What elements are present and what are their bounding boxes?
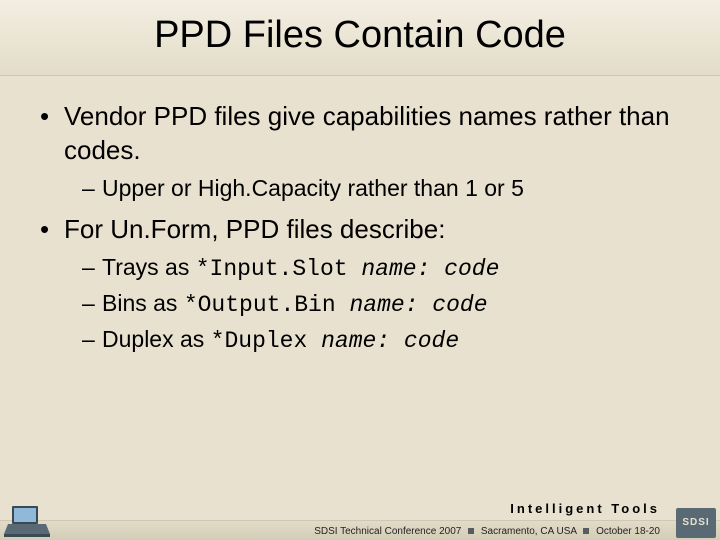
footer-date: October 18-20 (596, 526, 660, 537)
footer-tagline: Intelligent Tools (510, 501, 660, 516)
separator-icon (583, 528, 589, 534)
slide-title: PPD Files Contain Code (0, 14, 720, 57)
bullet-2-text: For Un.Form, PPD files describe: (64, 214, 445, 244)
sub-ital: name: code (361, 256, 499, 282)
bullet-1-text: Vendor PPD files give capabilities names… (64, 101, 670, 165)
footer-text: SDSI Technical Conference 2007 Sacrament… (0, 526, 660, 537)
footer-loc: Sacramento, CA USA (481, 526, 577, 537)
bullet-1-sub-1: Upper or High.Capacity rather than 1 or … (82, 174, 690, 204)
bullet-2: For Un.Form, PPD files describe: Trays a… (40, 213, 690, 356)
footer-conf: SDSI Technical Conference 2007 (314, 526, 461, 537)
sdsi-logo: SDSI (676, 508, 716, 538)
sub-ital: name: code (349, 292, 487, 318)
bullet-1: Vendor PPD files give capabilities names… (40, 100, 690, 203)
separator-icon (468, 528, 474, 534)
sub-code: *Duplex (211, 328, 321, 354)
sub-prefix: Bins as (102, 290, 184, 316)
sub-prefix: Trays as (102, 254, 196, 280)
bullet-2-sub-3: Duplex as *Duplex name: code (82, 325, 690, 357)
footer: Intelligent Tools SDSI Technical Confere… (0, 494, 720, 540)
sub-prefix: Duplex as (102, 326, 211, 352)
sub-code: *Input.Slot (196, 256, 362, 282)
laptop-icon (4, 504, 50, 538)
slide-body: Vendor PPD files give capabilities names… (0, 76, 720, 357)
title-band: PPD Files Contain Code (0, 0, 720, 76)
sub-ital: name: code (321, 328, 459, 354)
sub-code: *Output.Bin (184, 292, 350, 318)
bullet-2-sub-2: Bins as *Output.Bin name: code (82, 289, 690, 321)
bullet-2-sub-1: Trays as *Input.Slot name: code (82, 253, 690, 285)
bullet-1-sub-1-text: Upper or High.Capacity rather than 1 or … (102, 175, 524, 201)
